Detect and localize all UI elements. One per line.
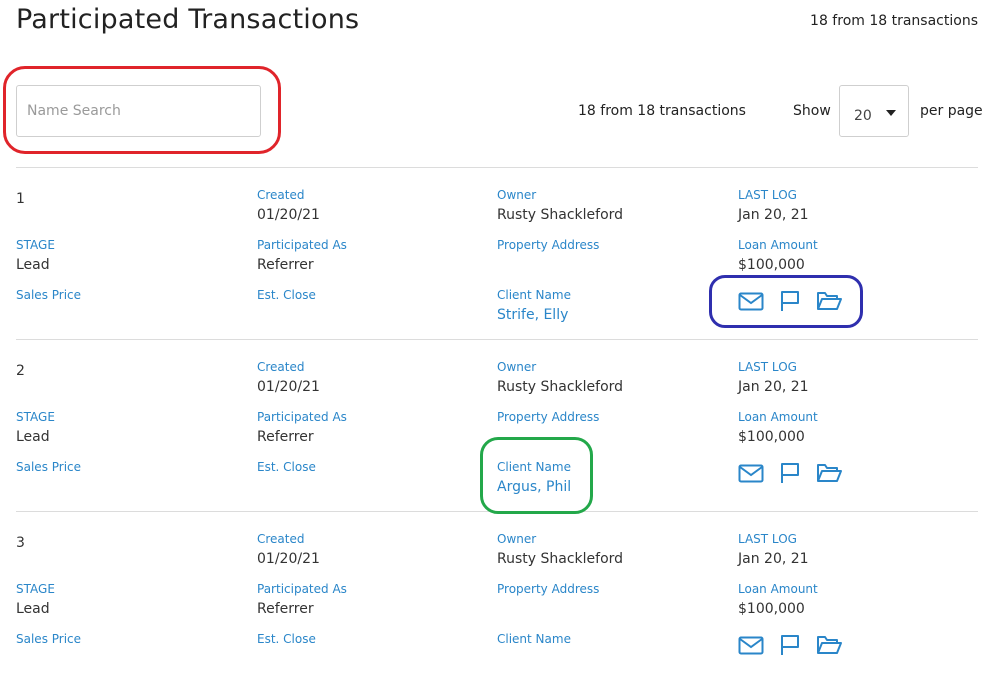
sales-price-label: Sales Price xyxy=(16,632,82,646)
loan-amount-label: Loan Amount xyxy=(738,238,818,252)
est-close-label: Est. Close xyxy=(257,460,316,474)
owner-value: Rusty Shackleford xyxy=(497,379,624,395)
owner-value: Rusty Shackleford xyxy=(497,551,624,567)
show-label: Show xyxy=(793,103,831,119)
loan-amount-value: $100,000 xyxy=(738,429,805,445)
client-name-label: Client Name xyxy=(497,632,571,646)
last-log-value: Jan 20, 21 xyxy=(738,379,809,395)
participated-as-value: Referrer xyxy=(257,257,314,273)
loan-amount-value: $100,000 xyxy=(738,257,805,273)
stage-value: Lead xyxy=(16,429,50,445)
transaction-record: 1 Created 01/20/21 Owner Rusty Shackleford… xyxy=(16,167,978,340)
last-log-label: LAST LOG xyxy=(738,532,797,546)
participated-as-value: Referrer xyxy=(257,429,314,445)
participated-as-label: Participated As xyxy=(257,582,347,596)
created-label: Created xyxy=(257,532,305,546)
flag-icon[interactable] xyxy=(777,462,803,484)
est-close-label: Est. Close xyxy=(257,632,316,646)
record-number: 3 xyxy=(16,535,25,551)
per-page-label: per page xyxy=(920,103,983,119)
client-name-link[interactable]: Strife, Elly xyxy=(497,306,571,324)
folder-open-icon[interactable] xyxy=(816,634,842,656)
owner-label: Owner xyxy=(497,360,537,374)
record-number: 2 xyxy=(16,363,25,379)
last-log-label: LAST LOG xyxy=(738,188,797,202)
created-value: 01/20/21 xyxy=(257,379,320,395)
transaction-count: 18 from 18 transactions xyxy=(578,103,746,119)
flag-icon[interactable] xyxy=(777,290,803,312)
transaction-record: 2 Created 01/20/21 Owner Rusty Shackleford… xyxy=(16,339,978,512)
stage-label: STAGE xyxy=(16,410,55,424)
participated-as-label: Participated As xyxy=(257,410,347,424)
stage-label: STAGE xyxy=(16,582,55,596)
envelope-icon[interactable] xyxy=(738,290,764,312)
property-address-label: Property Address xyxy=(497,410,600,424)
per-page-value: 20 xyxy=(854,108,872,124)
transaction-record: 3 Created 01/20/21 Owner Rusty Shackleford… xyxy=(16,511,978,684)
loan-amount-label: Loan Amount xyxy=(738,582,818,596)
stage-label: STAGE xyxy=(16,238,55,252)
property-address-label: Property Address xyxy=(497,238,600,252)
property-address-label: Property Address xyxy=(497,582,600,596)
envelope-icon[interactable] xyxy=(738,634,764,656)
est-close-label: Est. Close xyxy=(257,288,316,302)
folder-open-icon[interactable] xyxy=(816,462,842,484)
caret-down-icon xyxy=(886,110,896,116)
client-name-link[interactable]: Argus, Phil xyxy=(497,478,571,496)
client-name-label: Client Name xyxy=(497,460,571,474)
name-search-input[interactable] xyxy=(16,85,261,137)
loan-amount-label: Loan Amount xyxy=(738,410,818,424)
sales-price-label: Sales Price xyxy=(16,288,82,302)
created-label: Created xyxy=(257,360,305,374)
loan-amount-value: $100,000 xyxy=(738,601,805,617)
envelope-icon[interactable] xyxy=(738,462,764,484)
flag-icon[interactable] xyxy=(777,634,803,656)
stage-value: Lead xyxy=(16,257,50,273)
stage-value: Lead xyxy=(16,601,50,617)
page-title: Participated Transactions xyxy=(16,4,360,35)
owner-value: Rusty Shackleford xyxy=(497,207,624,223)
record-number: 1 xyxy=(16,191,25,207)
created-value: 01/20/21 xyxy=(257,207,320,223)
folder-open-icon[interactable] xyxy=(816,290,842,312)
sales-price-label: Sales Price xyxy=(16,460,82,474)
last-log-value: Jan 20, 21 xyxy=(738,207,809,223)
per-page-select[interactable]: 20 xyxy=(839,85,909,137)
owner-label: Owner xyxy=(497,188,537,202)
created-label: Created xyxy=(257,188,305,202)
participated-as-label: Participated As xyxy=(257,238,347,252)
last-log-value: Jan 20, 21 xyxy=(738,551,809,567)
transaction-count-top: 18 from 18 transactions xyxy=(810,13,978,29)
created-value: 01/20/21 xyxy=(257,551,320,567)
last-log-label: LAST LOG xyxy=(738,360,797,374)
participated-as-value: Referrer xyxy=(257,601,314,617)
client-name-label: Client Name xyxy=(497,288,571,302)
owner-label: Owner xyxy=(497,532,537,546)
